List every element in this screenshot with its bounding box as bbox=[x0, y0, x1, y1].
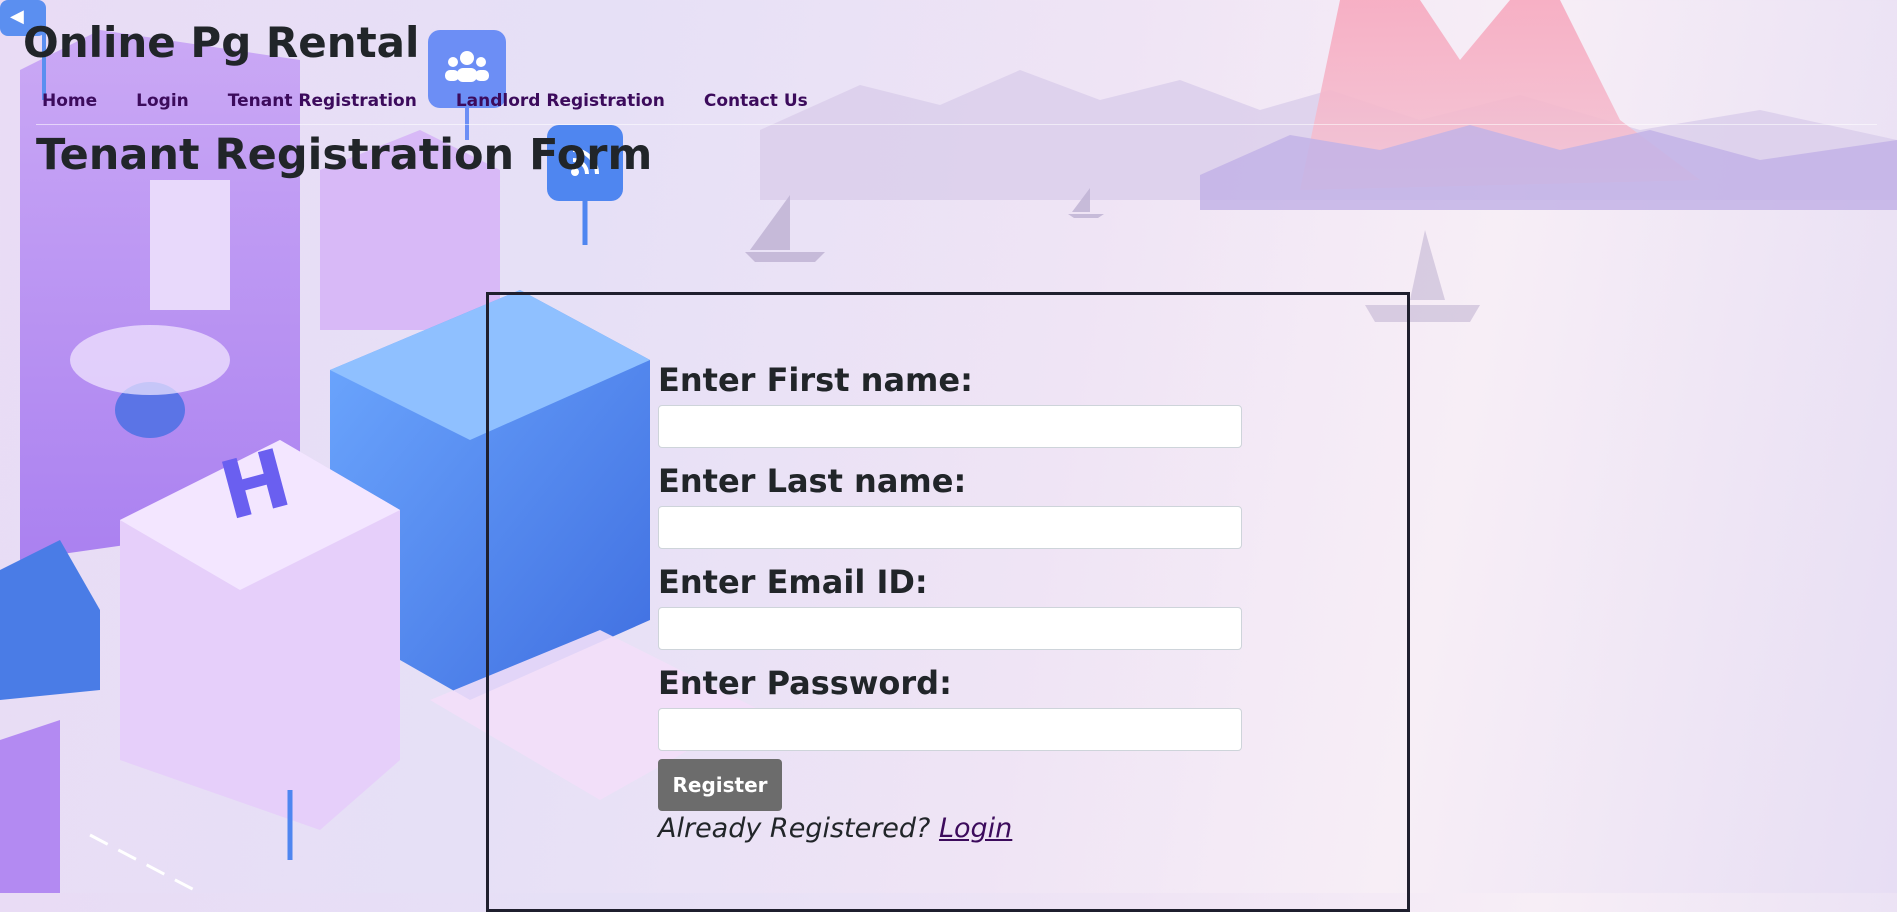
already-registered-row: Already Registered? Login bbox=[658, 813, 1242, 844]
nav-contact-us[interactable]: Contact Us bbox=[704, 91, 808, 111]
already-registered-text: Already Registered? bbox=[658, 813, 931, 844]
email-input[interactable] bbox=[658, 607, 1242, 650]
password-label: Enter Password: bbox=[658, 664, 952, 702]
nav-home[interactable]: Home bbox=[42, 91, 97, 111]
nav-divider bbox=[36, 124, 1877, 125]
page-title: Tenant Registration Form bbox=[36, 130, 653, 180]
site-title: Online Pg Rental bbox=[23, 18, 420, 67]
login-link[interactable]: Login bbox=[939, 813, 1012, 844]
tenant-registration-form: Enter First name: Enter Last name: Enter… bbox=[658, 360, 1242, 844]
first-name-input[interactable] bbox=[658, 405, 1242, 448]
nav-login[interactable]: Login bbox=[136, 91, 189, 111]
last-name-input[interactable] bbox=[658, 506, 1242, 549]
last-name-label: Enter Last name: bbox=[658, 462, 967, 500]
nav-landlord-registration[interactable]: Landlord Registration bbox=[456, 91, 665, 111]
nav-tenant-registration[interactable]: Tenant Registration bbox=[228, 91, 417, 111]
first-name-label: Enter First name: bbox=[658, 361, 973, 399]
main-nav: Home Login Tenant Registration Landlord … bbox=[42, 91, 808, 111]
register-button[interactable]: Register bbox=[658, 759, 782, 811]
password-input[interactable] bbox=[658, 708, 1242, 751]
group-icon bbox=[443, 48, 491, 88]
email-label: Enter Email ID: bbox=[658, 563, 928, 601]
